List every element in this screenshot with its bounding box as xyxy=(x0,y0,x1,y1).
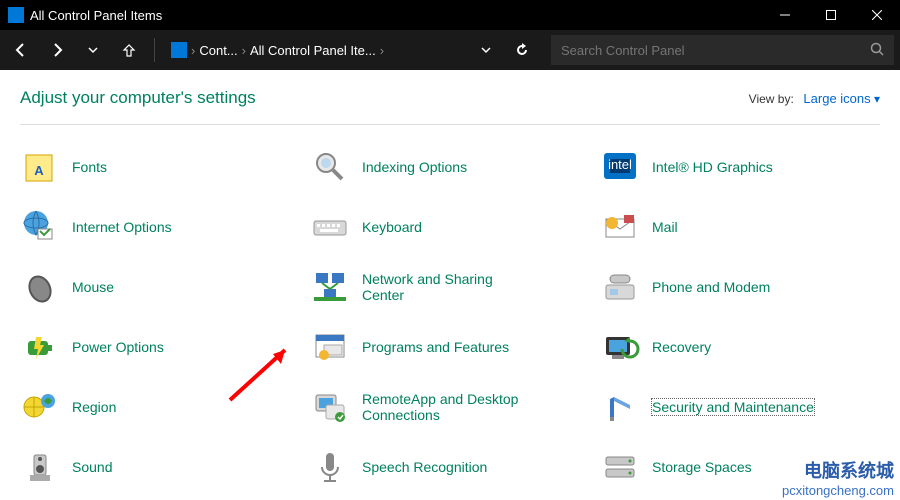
item-label: Internet Options xyxy=(72,219,172,235)
search-box[interactable] xyxy=(551,35,894,65)
minimize-button[interactable] xyxy=(762,0,808,30)
item-mail[interactable]: Mail xyxy=(600,207,880,247)
item-label: Recovery xyxy=(652,339,711,355)
item-keyboard[interactable]: Keyboard xyxy=(310,207,590,247)
item-label: Indexing Options xyxy=(362,159,467,175)
chevron-right-icon: › xyxy=(191,43,195,58)
item-fonts[interactable]: A Fonts xyxy=(20,147,300,187)
search-icon[interactable] xyxy=(870,42,884,59)
remoteapp-icon xyxy=(310,387,350,427)
breadcrumb-crumb1[interactable]: Cont... xyxy=(199,43,237,58)
viewby-dropdown[interactable]: Large icons ▾ xyxy=(803,92,880,106)
search-input[interactable] xyxy=(561,43,870,58)
item-network[interactable]: Network and Sharing Center xyxy=(310,267,590,307)
item-label: Mouse xyxy=(72,279,114,295)
back-button[interactable] xyxy=(6,35,36,65)
item-phone[interactable]: Phone and Modem xyxy=(600,267,880,307)
fonts-icon: A xyxy=(20,147,60,187)
item-programs[interactable]: Programs and Features xyxy=(310,327,590,367)
item-label: Region xyxy=(72,399,116,415)
watermark: 电脑系统城 pcxitongcheng.com xyxy=(782,457,894,498)
item-label: Programs and Features xyxy=(362,339,509,355)
titlebar: All Control Panel Items xyxy=(0,0,900,30)
programs-icon xyxy=(310,327,350,367)
item-label: Intel® HD Graphics xyxy=(652,159,773,175)
phone-icon xyxy=(600,267,640,307)
up-button[interactable] xyxy=(114,35,144,65)
item-mouse[interactable]: Mouse xyxy=(20,267,300,307)
item-label: RemoteApp and Desktop Connections xyxy=(362,391,532,423)
svg-text:intel: intel xyxy=(608,157,632,172)
content-area: Adjust your computer's settings View by:… xyxy=(0,70,900,500)
network-icon xyxy=(310,267,350,307)
item-label: Speech Recognition xyxy=(362,459,487,475)
item-label: Keyboard xyxy=(362,219,422,235)
item-recovery[interactable]: Recovery xyxy=(600,327,880,367)
forward-button[interactable] xyxy=(42,35,72,65)
item-label: Security and Maintenance xyxy=(652,399,814,415)
breadcrumb-crumb2[interactable]: All Control Panel Ite... xyxy=(250,43,376,58)
indexing-icon xyxy=(310,147,350,187)
watermark-url: pcxitongcheng.com xyxy=(782,483,894,498)
divider xyxy=(20,124,880,125)
watermark-cn: 电脑系统城 xyxy=(782,457,894,483)
item-label: Mail xyxy=(652,219,678,235)
region-icon xyxy=(20,387,60,427)
power-icon xyxy=(20,327,60,367)
storage-icon xyxy=(600,447,640,487)
intel-icon: intel xyxy=(600,147,640,187)
item-label: Power Options xyxy=(72,339,164,355)
item-sound[interactable]: Sound xyxy=(20,447,300,487)
chevron-right-icon: › xyxy=(380,43,384,58)
viewby-label: View by: xyxy=(749,92,794,106)
security-icon xyxy=(600,387,640,427)
refresh-button[interactable] xyxy=(507,35,537,65)
item-label: Fonts xyxy=(72,159,107,175)
mail-icon xyxy=(600,207,640,247)
item-remoteapp[interactable]: RemoteApp and Desktop Connections xyxy=(310,387,590,427)
item-security[interactable]: Security and Maintenance xyxy=(600,387,880,427)
item-label: Network and Sharing Center xyxy=(362,271,532,303)
address-bar[interactable]: › Cont... › All Control Panel Ite... › xyxy=(165,35,465,65)
item-label: Sound xyxy=(72,459,112,475)
svg-text:A: A xyxy=(34,163,44,178)
close-button[interactable] xyxy=(854,0,900,30)
maximize-button[interactable] xyxy=(808,0,854,30)
address-dropdown[interactable] xyxy=(471,35,501,65)
mouse-icon xyxy=(20,267,60,307)
item-indexing[interactable]: Indexing Options xyxy=(310,147,590,187)
controlpanel-icon xyxy=(171,42,187,58)
navbar: › Cont... › All Control Panel Ite... › xyxy=(0,30,900,70)
page-heading: Adjust your computer's settings xyxy=(20,88,256,108)
recent-dropdown[interactable] xyxy=(78,35,108,65)
item-speech[interactable]: Speech Recognition xyxy=(310,447,590,487)
window-title: All Control Panel Items xyxy=(30,8,162,23)
item-label: Storage Spaces xyxy=(652,459,752,475)
chevron-right-icon: › xyxy=(242,43,246,58)
sound-icon xyxy=(20,447,60,487)
internet-icon xyxy=(20,207,60,247)
item-power[interactable]: Power Options xyxy=(20,327,300,367)
item-label: Phone and Modem xyxy=(652,279,770,295)
keyboard-icon xyxy=(310,207,350,247)
speech-icon xyxy=(310,447,350,487)
recovery-icon xyxy=(600,327,640,367)
app-icon xyxy=(8,7,24,23)
items-grid: A Fonts Indexing Options intel Intel® HD… xyxy=(20,129,880,487)
item-intel[interactable]: intel Intel® HD Graphics xyxy=(600,147,880,187)
item-internet[interactable]: Internet Options xyxy=(20,207,300,247)
item-region[interactable]: Region xyxy=(20,387,300,427)
